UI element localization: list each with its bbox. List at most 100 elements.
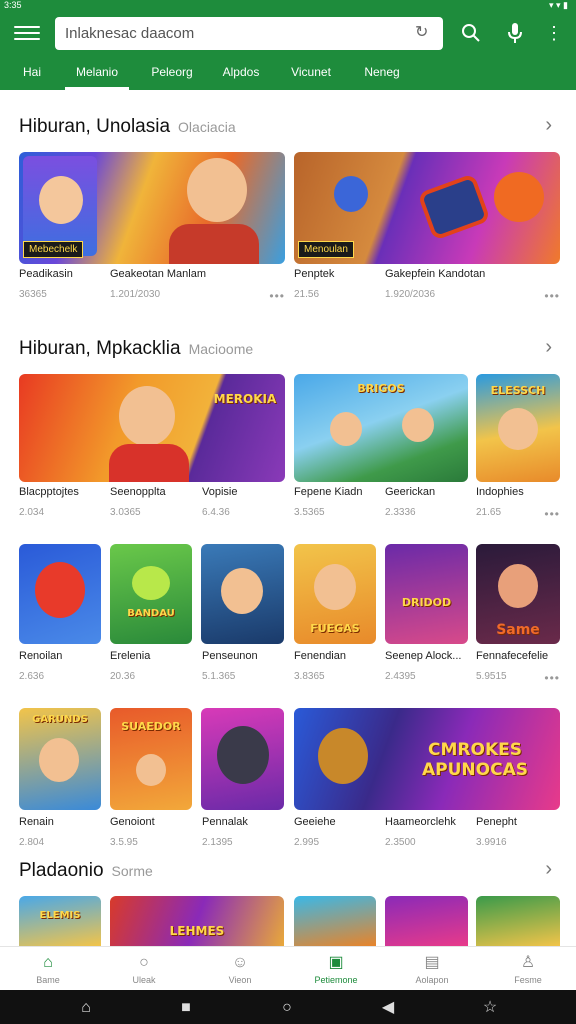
app-bar: Inlaknesac daacom ↻ ⋮ Hai Melanio Peleor… <box>0 10 576 90</box>
nav-item-home[interactable]: ⌂ Bame <box>0 947 96 991</box>
game-meta: Erelenia 20.36 <box>110 650 151 682</box>
tab-alpdos[interactable]: Alpdos <box>214 60 268 90</box>
more-icon[interactable]: ••• <box>544 671 560 685</box>
nav-item-apps[interactable]: ▣ Petiemone <box>288 947 384 991</box>
game-logo: BANDAU <box>127 608 175 619</box>
more-icon[interactable]: ••• <box>544 289 560 303</box>
book-icon: ▤ <box>424 954 440 971</box>
menu-icon[interactable] <box>14 20 40 46</box>
game-meta: Geeiehe 2.995 <box>294 816 336 848</box>
game-logo: SUAEDOR <box>121 720 181 733</box>
game-logo: LEHMES <box>169 924 225 938</box>
status-bar: 3:35 ▾ ▾ ▮ <box>0 0 576 10</box>
game-tile[interactable] <box>476 896 560 946</box>
tab-bar: Hai Melanio Peleorg Alpdos Vicunet Neneg <box>0 60 576 90</box>
chevron-right-icon[interactable]: › <box>545 114 552 137</box>
game-tile[interactable]: GARUNDS <box>19 708 101 810</box>
game-tile[interactable] <box>201 544 284 644</box>
game-tile[interactable]: Same <box>476 544 560 644</box>
game-badge: Menoulan <box>298 241 354 258</box>
star-icon[interactable]: ☆ <box>480 998 500 1018</box>
game-meta: Renoilan 2.636 <box>19 650 63 682</box>
game-meta: Seenep Alock... 2.4395 <box>385 650 462 682</box>
status-time: 3:35 <box>4 0 22 10</box>
more-vert-icon[interactable]: ⋮ <box>541 20 567 46</box>
game-tile[interactable]: ELEMIS <box>19 896 101 946</box>
game-logo: GARUNDS <box>32 714 88 725</box>
game-banner[interactable]: BRIGOS <box>294 374 468 482</box>
game-meta: Pennalak 2.1395 <box>202 816 248 848</box>
refresh-icon[interactable]: ↻ <box>415 24 433 42</box>
game-banner[interactable]: MEROKIA <box>19 374 285 482</box>
game-banner[interactable]: ELESSCH <box>476 374 560 482</box>
game-meta: Indophies 21.65 ••• <box>476 486 560 521</box>
section-subtitle: Sorme <box>111 863 153 879</box>
game-tile[interactable]: BANDAU <box>110 544 192 644</box>
game-banner[interactable]: CMROKES APUNOCAS <box>294 708 560 810</box>
home-icon[interactable]: ⌂ <box>76 998 96 1018</box>
game-logo: ELESSCH <box>490 384 546 397</box>
game-meta: Haameorclehk 2.3500 <box>385 816 456 848</box>
search-icon: ○ <box>139 954 149 971</box>
game-badge: Mebechelk <box>23 241 84 258</box>
game-tile[interactable]: SUAEDOR <box>110 708 192 810</box>
game-banner[interactable]: Mebechelk <box>19 152 285 264</box>
home-icon: ⌂ <box>43 954 53 971</box>
recents-icon[interactable]: ■ <box>176 998 196 1018</box>
nav-item-search[interactable]: ○ Uleak <box>96 947 192 991</box>
nav-item-book[interactable]: ▤ Aolapon <box>384 947 480 991</box>
more-icon[interactable]: ••• <box>269 289 285 303</box>
bottom-navigation: ⌂ Bame ○ Uleak ☺ Vieon ▣ Petiemone ▤ Aolapon … <box>0 946 576 990</box>
game-logo: FUEGAS <box>310 622 360 635</box>
circle-home-icon[interactable]: ○ <box>277 998 297 1018</box>
section-subtitle: Macioome <box>188 341 254 357</box>
game-tile[interactable]: FUEGAS <box>294 544 376 644</box>
game-meta: Vopisie 6.4.36 <box>202 486 238 518</box>
game-meta: Penseunon 5.1.365 <box>202 650 258 682</box>
game-tile[interactable] <box>385 896 468 946</box>
search-input[interactable]: Inlaknesac daacom <box>65 17 194 50</box>
game-meta: Blacpptojtes 2.034 <box>19 486 79 518</box>
nav-item-person[interactable]: ☺ Vieon <box>192 947 288 991</box>
search-icon[interactable] <box>458 20 484 46</box>
section-title: Hiburan, Unolasia <box>19 116 171 137</box>
game-logo: MEROKIA <box>213 392 277 406</box>
more-icon[interactable]: ••• <box>544 507 560 521</box>
game-logo: BRIGOS <box>357 382 405 395</box>
game-tile[interactable] <box>294 896 376 946</box>
microphone-icon[interactable] <box>502 20 528 46</box>
game-tile[interactable] <box>201 708 284 810</box>
game-meta: Penptek 21.56 <box>294 268 335 300</box>
section-header-1[interactable]: Hiburan, Unolasia Olaciacia › <box>0 108 576 148</box>
tab-vicunet[interactable]: Vicunet <box>282 60 340 90</box>
account-icon: ♙ <box>520 954 536 971</box>
section-header-3[interactable]: Pladaonio Sorme › <box>0 852 576 892</box>
person-icon: ☺ <box>231 954 249 971</box>
back-icon[interactable]: ◀ <box>378 998 398 1018</box>
tab-neneg[interactable]: Neneg <box>354 60 410 90</box>
apps-icon: ▣ <box>328 954 344 971</box>
section-header-2[interactable]: Hiburan, Mpkacklia Macioome › <box>0 330 576 370</box>
game-meta: Genoiont 3.5.95 <box>110 816 155 848</box>
chevron-right-icon[interactable]: › <box>545 336 552 359</box>
nav-item-account[interactable]: ♙ Fesme <box>480 947 576 991</box>
game-banner[interactable]: Menoulan <box>294 152 560 264</box>
game-logo: DRIDOD <box>401 596 452 609</box>
game-meta: Penepht 3.9916 <box>476 816 517 848</box>
section-subtitle: Olaciacia <box>178 119 236 135</box>
game-meta: Seenopplta 3.0365 <box>110 486 166 518</box>
chevron-right-icon[interactable]: › <box>545 858 552 881</box>
status-icons: ▾ ▾ ▮ <box>549 0 568 10</box>
tab-melanio[interactable]: Melanio <box>65 60 129 90</box>
game-logo: CMROKES APUNOCAS <box>422 740 528 780</box>
game-meta: Gakepfein Kandotan 1.920/2036 ••• <box>385 268 560 303</box>
game-logo: Same <box>496 622 540 638</box>
game-tile[interactable]: LEHMES <box>110 896 284 946</box>
search-bar[interactable]: Inlaknesac daacom ↻ <box>55 17 443 50</box>
game-meta: Fenendian 3.8365 <box>294 650 346 682</box>
game-tile[interactable] <box>19 544 101 644</box>
tab-hai[interactable]: Hai <box>12 60 52 90</box>
game-tile[interactable]: DRIDOD <box>385 544 468 644</box>
game-meta: Geakeotan Manlam 1.201/2030 ••• <box>110 268 285 303</box>
tab-peleorg[interactable]: Peleorg <box>143 60 201 90</box>
